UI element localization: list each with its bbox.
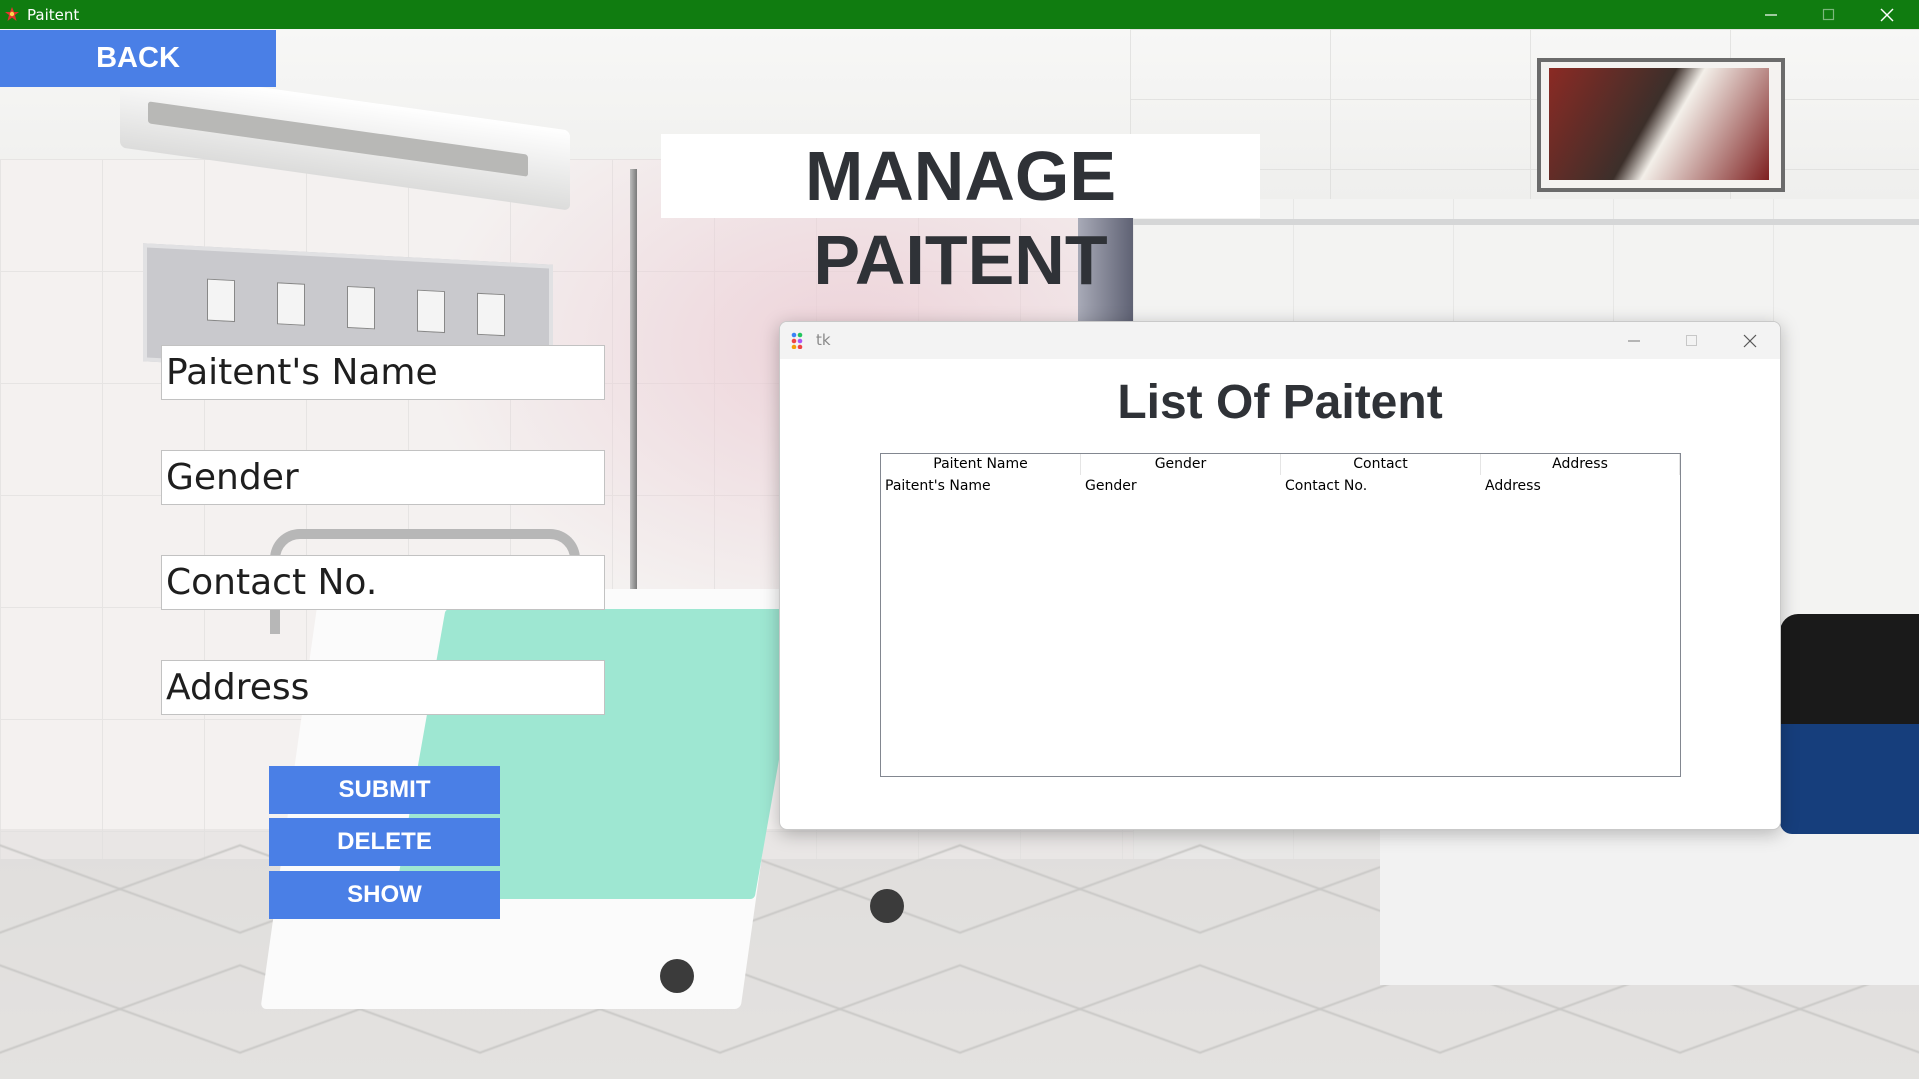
list-heading: List Of Paitent xyxy=(1117,376,1443,429)
app-icon xyxy=(5,7,19,21)
iv-pole xyxy=(630,169,637,599)
maximize-button[interactable] xyxy=(1800,0,1858,29)
column-header[interactable]: Address xyxy=(1481,454,1680,475)
tk-minimize-button[interactable] xyxy=(1605,322,1663,359)
close-icon xyxy=(1880,8,1894,22)
delete-button[interactable]: DELETE xyxy=(269,818,500,866)
tk-close-button[interactable] xyxy=(1721,322,1779,359)
patient-name-field[interactable]: Paitent's Name xyxy=(161,345,605,400)
table-cell: Gender xyxy=(1085,478,1137,494)
page-title: MANAGE PAITENT xyxy=(661,134,1260,299)
bed-wheel xyxy=(660,959,694,993)
couch-back xyxy=(1780,614,1919,724)
window-titlebar: Paitent xyxy=(0,0,1919,29)
contact-field[interactable]: Contact No. xyxy=(161,555,605,610)
tk-titlebar: tk xyxy=(780,322,1780,359)
table-cell: Contact No. xyxy=(1285,478,1368,494)
table-header: Paitent Name Gender Contact Address xyxy=(881,454,1680,475)
gender-field[interactable]: Gender xyxy=(161,450,605,505)
close-icon xyxy=(1743,334,1757,348)
submit-button[interactable]: SUBMIT xyxy=(269,766,500,814)
column-header[interactable]: Gender xyxy=(1081,454,1281,475)
column-header[interactable]: Contact xyxy=(1281,454,1481,475)
wall-rail xyxy=(1133,219,1919,225)
window-title: Paitent xyxy=(27,6,80,24)
column-header[interactable]: Paitent Name xyxy=(881,454,1081,475)
minimize-button[interactable] xyxy=(1742,0,1800,29)
bed-wheel xyxy=(870,889,904,923)
tk-window-title: tk xyxy=(816,331,831,349)
maximize-icon xyxy=(1686,335,1697,346)
patient-list-window: tk List Of Paitent Paitent Name Gender C… xyxy=(779,321,1781,830)
maximize-icon xyxy=(1822,8,1835,21)
minimize-icon xyxy=(1765,14,1777,16)
back-button[interactable]: BACK xyxy=(0,30,276,87)
wall-painting xyxy=(1537,58,1785,192)
tk-feather-icon xyxy=(791,332,803,349)
table-row[interactable]: Paitent's Name Gender Contact No. Addres… xyxy=(881,476,1680,497)
table-cell: Paitent's Name xyxy=(885,478,991,494)
close-button[interactable] xyxy=(1858,0,1916,29)
minimize-icon xyxy=(1628,340,1640,342)
address-field[interactable]: Address xyxy=(161,660,605,715)
table-cell: Address xyxy=(1485,478,1541,494)
show-button[interactable]: SHOW xyxy=(269,871,500,919)
tk-maximize-button[interactable] xyxy=(1663,322,1721,359)
patient-table[interactable]: Paitent Name Gender Contact Address Pait… xyxy=(880,453,1681,777)
